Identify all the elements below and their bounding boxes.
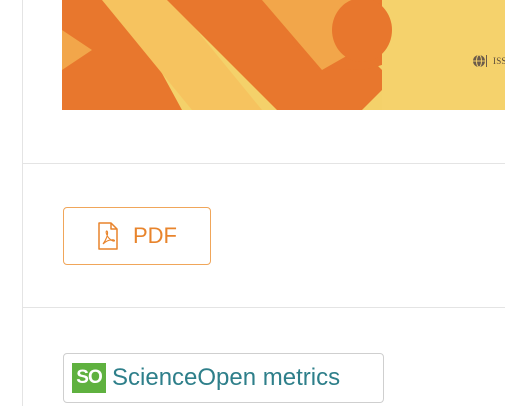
scienceopen-metrics-button[interactable]: SO ScienceOpen metrics: [63, 353, 384, 403]
pdf-document-icon: [98, 222, 118, 250]
scienceopen-logo-icon: SO: [72, 363, 106, 393]
scienceopen-logo-text: SO: [76, 367, 102, 388]
journal-cover-banner: ISSN 185: [62, 0, 505, 110]
issn-label: ISSN 185: [472, 54, 505, 68]
sidebar-divider: [22, 0, 23, 406]
section-divider: [23, 307, 505, 308]
issn-text: ISSN 185: [493, 56, 505, 66]
journal-globe-logo-icon: [473, 54, 487, 68]
section-divider: [23, 163, 505, 164]
pdf-button-label: PDF: [133, 223, 177, 248]
pdf-download-button[interactable]: PDF: [63, 207, 211, 265]
scienceopen-metrics-label: ScienceOpen metrics: [112, 364, 341, 391]
cover-artwork: [62, 0, 505, 110]
